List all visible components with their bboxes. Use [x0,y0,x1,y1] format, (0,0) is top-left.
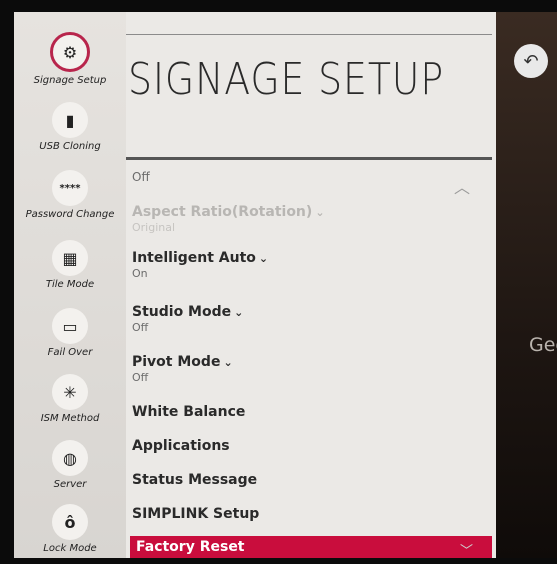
chevron-down-icon: ⌄ [223,356,233,369]
menu-item-value: Off [132,371,149,384]
menu-item-intelligent-auto[interactable]: Intelligent Auto ⌄ On [132,250,484,280]
menu-item-label: SIMPLINK Setup [132,506,260,522]
sidebar-item-label: ISM Method [40,413,100,424]
menu-item-value: On [132,267,148,280]
page-title: SIGNAGE SETUP [128,54,445,105]
sidebar-item-password-change[interactable]: **** Password Change [14,170,126,220]
sidebar-item-signage-setup[interactable]: ⚙ Signage Setup [14,32,126,86]
sidebar-item-label: Fail Over [47,347,93,358]
chevron-down-icon[interactable]: ﹀ [460,540,473,559]
menu-item-applications[interactable]: Applications [132,438,484,454]
background-content [494,12,557,558]
sidebar-item-label: Server [53,479,87,490]
fail-over-icon: ▭ [52,308,88,344]
server-icon: ◍ [52,440,88,476]
menu-item-factory-reset[interactable]: Factory Reset [130,536,492,558]
menu-item-label: Studio Mode [132,304,232,320]
menu-item-simplink-setup[interactable]: SIMPLINK Setup [132,506,484,522]
sidebar-item-label: Tile Mode [45,279,95,290]
signage-setup-icon: ⚙ [50,32,90,72]
menu-item-value: Off [132,321,149,334]
menu-item-aspect-ratio: Aspect Ratio(Rotation) ⌄ Original [132,204,484,234]
menu-item-label: Aspect Ratio(Rotation) [132,204,313,220]
sidebar-item-server[interactable]: ◍ Server [14,440,126,490]
current-value: Off [132,170,484,184]
menu-item-label: Status Message [132,472,258,488]
sidebar-item-tile-mode[interactable]: ▦ Tile Mode [14,240,126,290]
top-value: Off [132,170,150,184]
menu-item-studio-mode[interactable]: Studio Mode ⌄ Off [132,304,484,334]
lock-icon: ô [52,504,88,540]
menu-item-pivot-mode[interactable]: Pivot Mode ⌄ Off [132,354,484,384]
menu-item-label: Applications [132,438,230,454]
menu-item-label: Intelligent Auto [132,250,256,266]
ism-method-icon: ✳ [52,374,88,410]
divider [126,34,492,35]
sidebar-item-fail-over[interactable]: ▭ Fail Over [14,308,126,358]
background-text: Geer [529,334,557,356]
menu-item-label: White Balance [132,404,246,420]
sidebar-item-label: Password Change [25,209,115,220]
sidebar-item-label: Signage Setup [33,75,107,86]
chevron-down-icon: ⌄ [315,206,325,219]
usb-cloning-icon: ▮ [52,102,88,138]
chevron-down-icon: ⌄ [258,252,269,265]
menu-item-value: Original [132,221,176,234]
sidebar-item-ism-method[interactable]: ✳ ISM Method [14,374,126,424]
menu-item-label: Pivot Mode [132,354,221,370]
menu-item-label: Factory Reset [136,539,245,555]
sidebar-item-label: Lock Mode [43,543,97,554]
divider [126,157,492,160]
chevron-down-icon: ⌄ [234,306,244,319]
sidebar-item-usb-cloning[interactable]: ▮ USB Cloning [14,102,126,152]
sidebar: ⚙ Signage Setup ▮ USB Cloning **** Passw… [14,12,126,558]
back-arrow-icon[interactable]: ↶ [514,44,548,78]
password-icon: **** [52,170,88,206]
menu-item-status-message[interactable]: Status Message [132,472,484,488]
sidebar-item-lock-mode[interactable]: ô Lock Mode [14,504,126,554]
tile-mode-icon: ▦ [52,240,88,276]
sidebar-item-label: USB Cloning [39,141,101,152]
settings-panel: SIGNAGE SETUP ︿ Off Aspect Ratio(Rotatio… [126,12,496,559]
menu-item-white-balance[interactable]: White Balance [132,404,484,420]
